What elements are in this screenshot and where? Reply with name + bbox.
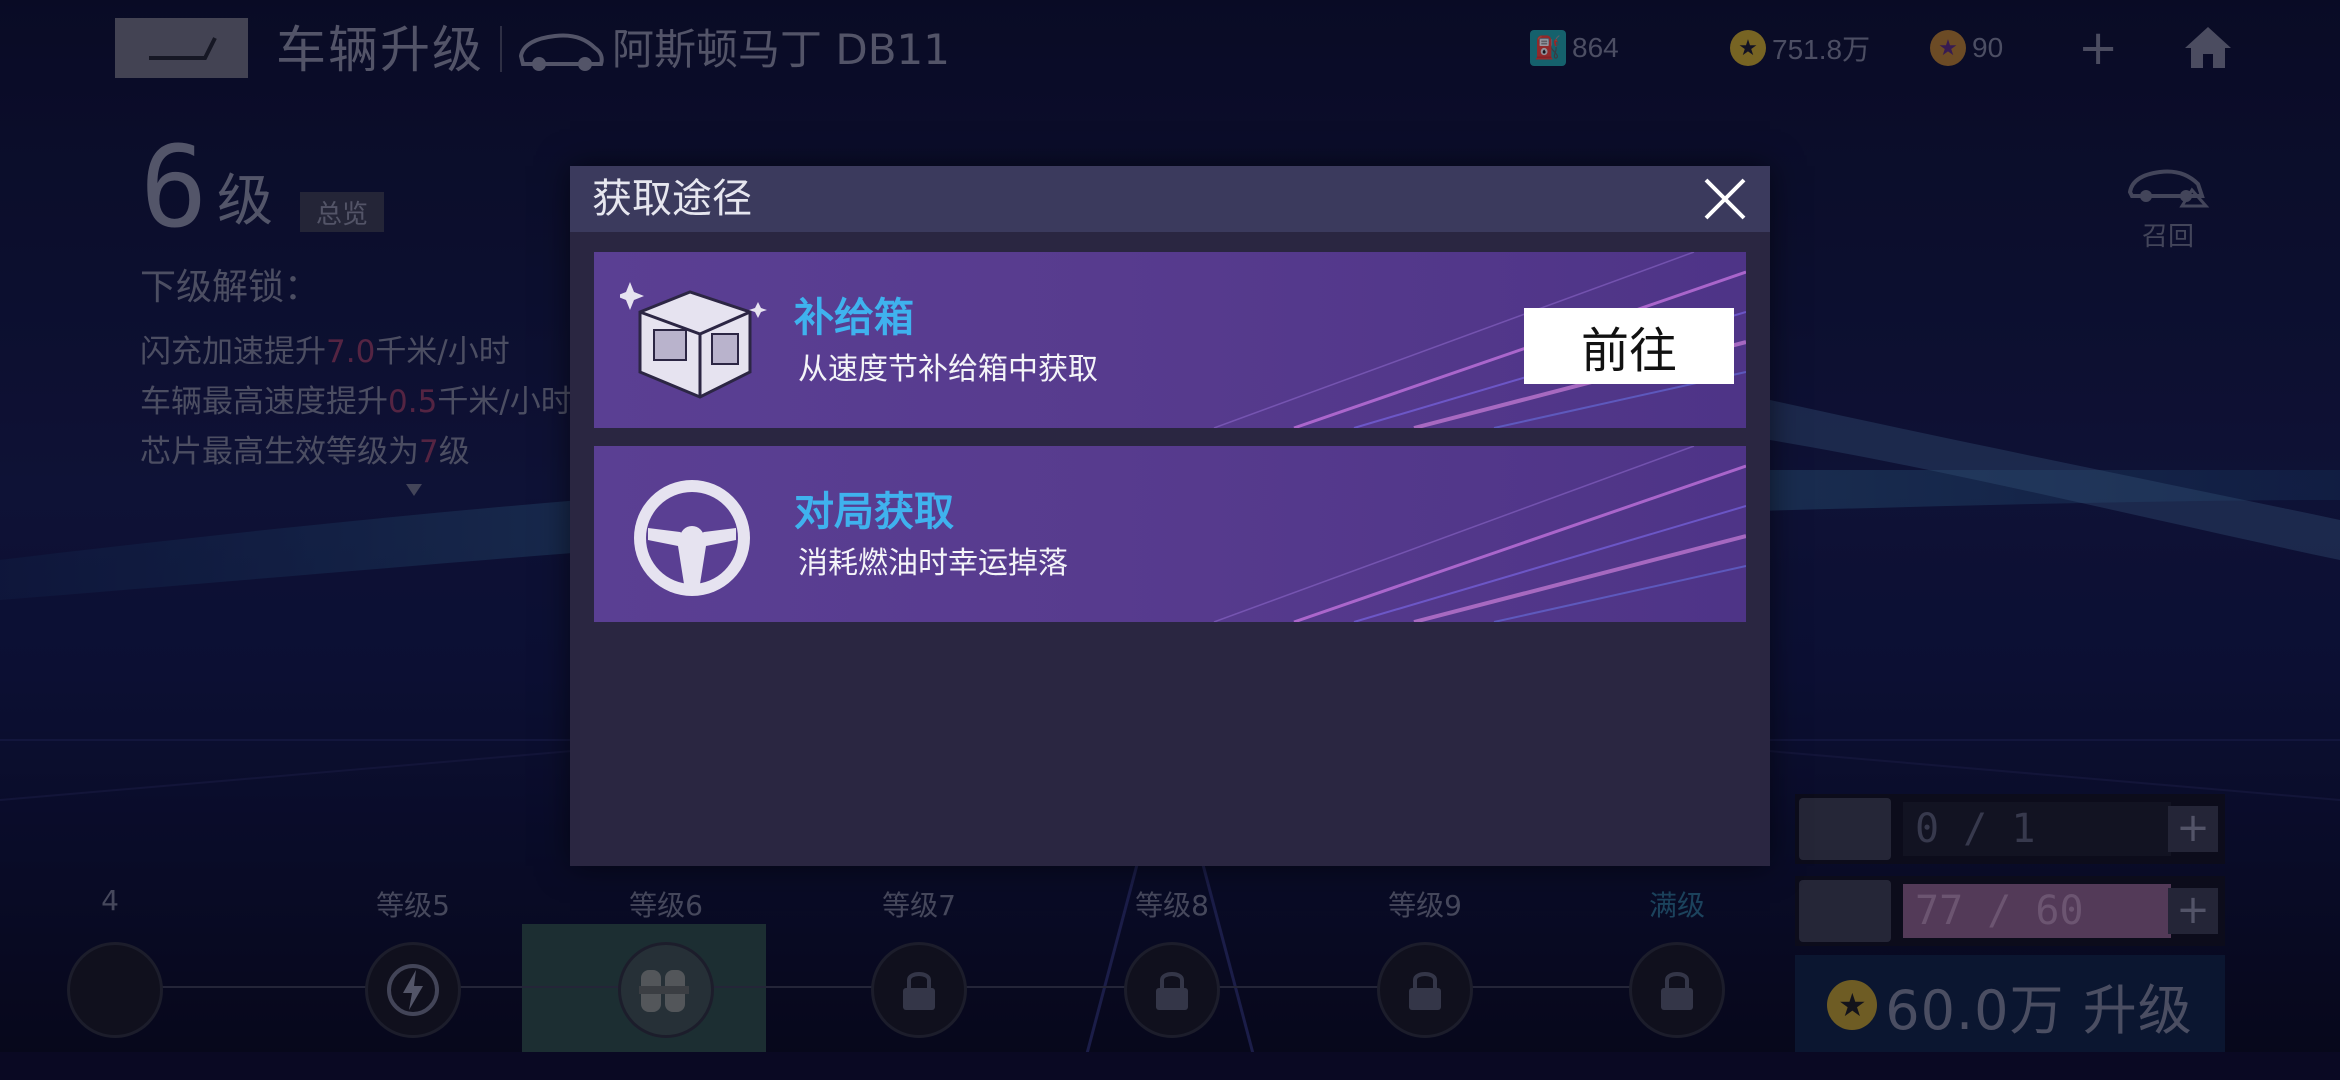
dialog-title: 获取途径 [592,176,752,222]
source-description: 从速度节补给箱中获取 [798,352,1098,387]
acquire-method-dialog: 获取途径 补给箱 从速度节补给箱中获取 前往 对局获取 消耗燃油时幸运掉落 [570,166,1770,866]
source-description: 消耗燃油时幸运掉落 [798,546,1068,581]
supply-box-icon [620,282,767,399]
steering-wheel-icon [634,480,750,596]
dialog-header: 获取途径 [570,166,1770,232]
source-card-match: 对局获取 消耗燃油时幸运掉落 [594,446,1746,622]
source-name: 补给箱 [794,295,914,341]
goto-button[interactable]: 前往 [1524,308,1734,384]
source-name: 对局获取 [794,489,954,535]
close-icon[interactable] [1700,174,1750,224]
source-card-supply-box: 补给箱 从速度节补给箱中获取 前往 [594,252,1746,428]
